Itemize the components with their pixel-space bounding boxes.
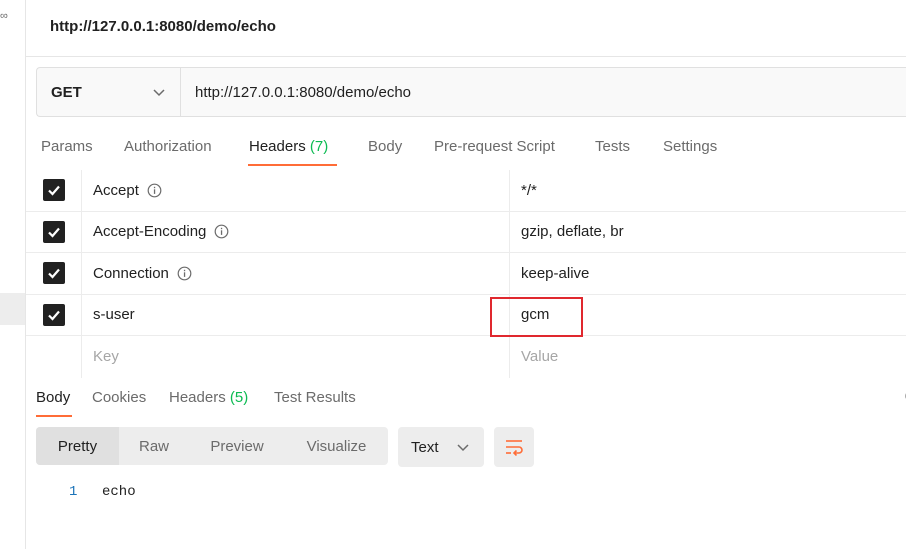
header-row: Accept */*	[26, 170, 906, 212]
tab-pre-request-script[interactable]: Pre-request Script	[434, 138, 555, 155]
info-icon[interactable]	[214, 224, 229, 239]
check-icon	[47, 310, 60, 321]
request-title-bar: http://127.0.0.1:8080/demo/echo	[26, 0, 906, 57]
column-divider	[509, 170, 510, 211]
response-tab-body[interactable]: Body	[36, 389, 70, 406]
tab-params[interactable]: Params	[41, 138, 93, 155]
request-title[interactable]: http://127.0.0.1:8080/demo/echo	[50, 18, 276, 35]
new-header-value-input[interactable]: Value	[521, 336, 558, 378]
wrap-lines-button[interactable]	[494, 427, 534, 467]
header-checkbox-cell	[26, 294, 82, 335]
header-checkbox[interactable]	[42, 262, 65, 285]
info-icon[interactable]	[177, 266, 192, 281]
header-checkbox-cell	[26, 253, 82, 294]
tab-headers[interactable]: Headers (7)	[249, 138, 328, 155]
highlight-annotation	[490, 297, 583, 337]
response-tab-headers[interactable]: Headers (5)	[169, 389, 248, 406]
response-tab-cookies[interactable]: Cookies	[92, 389, 146, 406]
column-divider	[509, 336, 510, 378]
header-row: Accept-Encoding gzip, deflate, br	[26, 211, 906, 253]
view-mode-visualize[interactable]: Visualize	[285, 427, 388, 465]
sidebar-active-item[interactable]	[0, 293, 25, 325]
view-mode-pretty[interactable]: Pretty	[36, 427, 119, 465]
check-icon	[47, 186, 60, 196]
check-icon	[47, 269, 60, 279]
format-label: Text	[411, 438, 439, 456]
header-value[interactable]: */*	[521, 170, 537, 211]
collection-icon[interactable]: ∞	[0, 10, 8, 22]
url-bar: GET	[36, 67, 906, 117]
wrap-lines-icon	[506, 440, 523, 456]
headers-table: Accept */* Accept-Encoding gzip, deflate…	[26, 170, 906, 378]
empty-checkbox-cell	[26, 336, 82, 378]
header-checkbox-cell	[26, 170, 82, 211]
response-tabs: Body Cookies Headers (5) Test Results	[26, 377, 906, 419]
globe-icon[interactable]	[902, 388, 906, 404]
header-key-text: Connection	[93, 264, 169, 282]
line-number: 1	[69, 484, 78, 500]
chevron-down-icon	[457, 444, 469, 452]
tab-tests[interactable]: Tests	[595, 138, 630, 155]
view-mode-raw[interactable]: Raw	[119, 427, 189, 465]
tab-authorization[interactable]: Authorization	[124, 138, 212, 155]
tab-headers-count: (7)	[309, 138, 329, 155]
tab-body[interactable]: Body	[368, 138, 402, 155]
request-tabs: Params Authorization Headers (7) Body Pr…	[26, 126, 906, 168]
tab-settings[interactable]: Settings	[663, 138, 717, 155]
new-header-key-input[interactable]: Key	[93, 336, 119, 378]
header-checkbox[interactable]	[42, 179, 65, 202]
response-active-tab-indicator	[36, 415, 72, 417]
header-row: Connection keep-alive	[26, 253, 906, 295]
header-key[interactable]: Accept-Encoding	[93, 212, 229, 253]
view-mode-toggle: Pretty Raw Preview Visualize	[36, 427, 388, 465]
header-row: s-user gcm	[26, 294, 906, 336]
header-value[interactable]: keep-alive	[521, 253, 589, 294]
new-header-row: Key Value	[26, 336, 906, 378]
column-divider	[509, 253, 510, 294]
header-key-text: Accept	[93, 181, 139, 199]
header-checkbox[interactable]	[42, 303, 65, 326]
code-line: echo	[102, 484, 136, 500]
header-checkbox-cell	[26, 211, 82, 252]
active-tab-indicator	[248, 164, 337, 166]
check-icon	[47, 227, 60, 238]
header-key[interactable]: Connection	[93, 253, 192, 294]
header-checkbox[interactable]	[42, 220, 65, 243]
left-sidebar-rail: ∞	[0, 0, 26, 549]
response-tab-headers-count: (5)	[229, 389, 249, 406]
header-key-text: s-user	[93, 306, 135, 324]
header-key[interactable]: s-user	[93, 295, 135, 336]
header-value[interactable]: gzip, deflate, br	[521, 212, 624, 253]
url-input[interactable]	[181, 68, 906, 116]
column-divider	[509, 211, 510, 252]
chevron-down-icon	[153, 89, 165, 97]
format-select[interactable]: Text	[398, 427, 484, 467]
response-tab-headers-label: Headers	[169, 389, 226, 406]
header-key[interactable]: Accept	[93, 170, 162, 211]
info-icon[interactable]	[147, 183, 162, 198]
method-label: GET	[51, 83, 82, 101]
view-mode-preview[interactable]: Preview	[189, 427, 285, 465]
response-body-editor[interactable]: 1 echo	[26, 475, 906, 549]
response-tab-test-results[interactable]: Test Results	[274, 389, 356, 406]
header-key-text: Accept-Encoding	[93, 223, 207, 241]
tab-headers-label: Headers	[249, 138, 306, 155]
method-select[interactable]: GET	[37, 68, 181, 116]
